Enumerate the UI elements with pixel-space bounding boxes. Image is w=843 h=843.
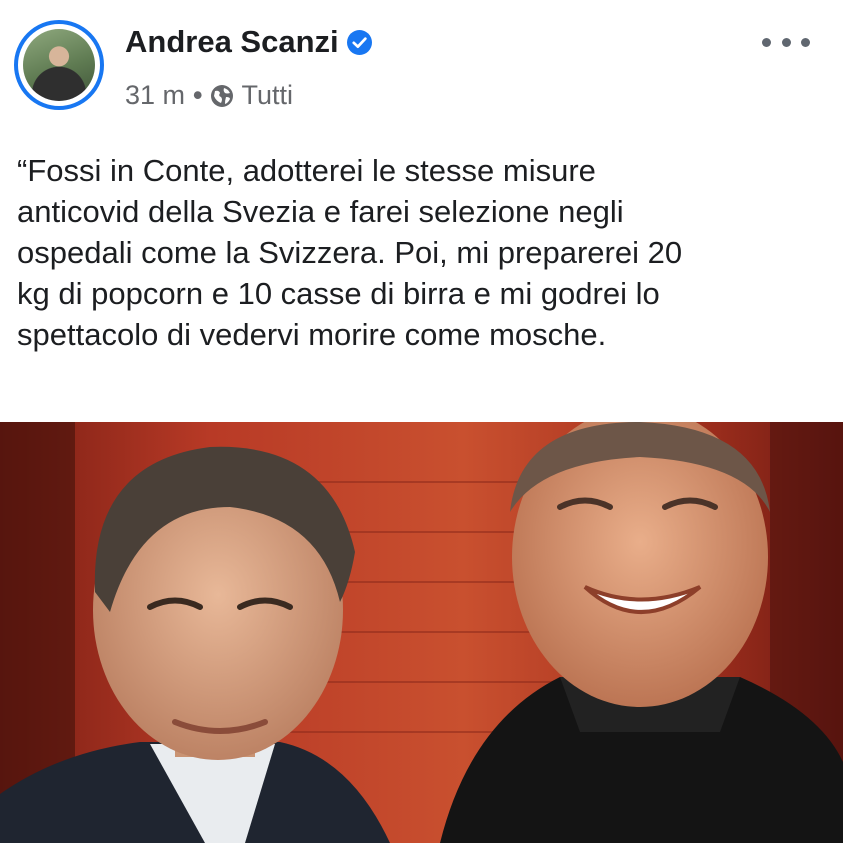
post-timestamp[interactable]: 31 m xyxy=(125,80,185,111)
more-dot xyxy=(762,37,771,47)
avatar-photo xyxy=(23,29,95,101)
globe-icon xyxy=(211,84,234,107)
audience-label[interactable]: Tutti xyxy=(241,80,293,111)
photo-illustration xyxy=(0,422,843,843)
meta-separator: • xyxy=(193,80,203,110)
post-text: “Fossi in Conte, adotterei le stesse mis… xyxy=(17,153,683,352)
verified-badge-icon xyxy=(346,29,372,55)
more-options-icon[interactable] xyxy=(762,30,810,54)
author-name[interactable]: Andrea Scanzi xyxy=(125,24,339,60)
more-dot xyxy=(801,37,810,47)
post-photo[interactable] xyxy=(0,422,843,843)
author-avatar[interactable] xyxy=(14,20,104,110)
more-dot xyxy=(781,37,791,47)
post-meta: 31 m • Tutti xyxy=(125,80,293,111)
facebook-post: Andrea Scanzi 31 m • Tutti “Fossi in Con… xyxy=(0,0,843,843)
author-name-row: Andrea Scanzi xyxy=(125,24,372,60)
